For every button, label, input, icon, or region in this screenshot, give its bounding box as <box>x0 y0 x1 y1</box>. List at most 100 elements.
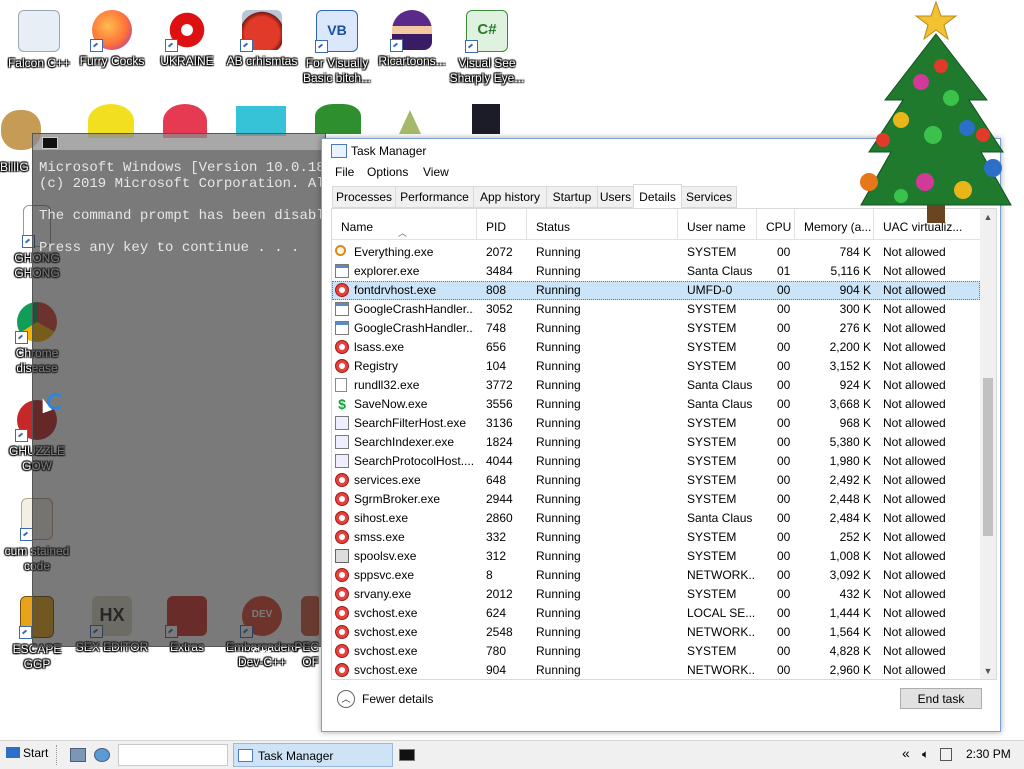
tab-users[interactable]: Users <box>597 186 634 208</box>
vertical-scrollbar[interactable]: ▲ ▼ <box>980 209 996 679</box>
menu-file[interactable]: File <box>335 165 354 179</box>
tree-trunk <box>927 205 945 223</box>
cell-mem: 1,564 K <box>829 625 871 639</box>
taskbar-address-box[interactable] <box>118 744 228 766</box>
table-row[interactable]: spoolsv.exe 312 Running SYSTEM 00 1,008 K Not … <box>332 547 980 566</box>
taskbar-button-task-manager[interactable]: Task Manager <box>233 743 393 767</box>
cell-uac: Not allowed <box>883 454 946 468</box>
desktop-icon-csharp[interactable]: C# Visual See Sharply Eye... <box>448 10 526 86</box>
cell-status: Running <box>536 340 581 354</box>
process-icon <box>335 606 349 620</box>
cell-cpu: 00 <box>777 454 791 468</box>
cell-name: smss.exe <box>354 530 405 544</box>
table-row[interactable]: SearchFilterHost.exe 3136 Running SYSTEM 00 9… <box>332 414 980 433</box>
table-row[interactable]: explorer.exe 3484 Running Santa Claus 01 5,11… <box>332 262 980 281</box>
cell-status: Running <box>536 606 581 620</box>
tab-startup[interactable]: Startup <box>546 186 598 208</box>
table-row[interactable]: sihost.exe 2860 Running Santa Claus 00 2,484 … <box>332 509 980 528</box>
cell-pid: 808 <box>486 283 507 297</box>
desktop-icon-label: Ricartoons... <box>378 54 446 68</box>
cell-pid: 3052 <box>486 302 513 316</box>
start-button[interactable]: Start <box>6 746 48 760</box>
table-row[interactable]: fontdrvhost.exe 808 Running UMFD-0 00 904 K No… <box>332 281 980 300</box>
cell-name: svchost.exe <box>354 644 418 658</box>
table-row[interactable]: GoogleCrashHandler... 3052 Running SYSTEM 00… <box>332 300 980 319</box>
scrollbar-thumb[interactable] <box>983 378 993 536</box>
quicklaunch-browser-icon[interactable] <box>94 748 110 762</box>
cell-name: GoogleCrashHandler... <box>354 302 474 316</box>
cell-pid: 2012 <box>486 587 513 601</box>
cell-pid: 104 <box>486 359 507 373</box>
table-row[interactable]: SgrmBroker.exe 2944 Running SYSTEM 00 2,448 K… <box>332 490 980 509</box>
column-header-user-name[interactable]: User name <box>678 209 757 239</box>
menu-view[interactable]: View <box>423 165 449 179</box>
table-row[interactable]: lsass.exe 656 Running SYSTEM 00 2,200 K Not al… <box>332 338 980 357</box>
desktop-icon-ab[interactable]: AB crhismtas <box>223 10 301 69</box>
desktop-icon-partial-5 <box>315 104 361 134</box>
end-task-button[interactable]: End task <box>900 688 982 709</box>
cell-uac: Not allowed <box>883 359 946 373</box>
tab-processes[interactable]: Processes <box>332 186 396 208</box>
desktop-icon-ukraine[interactable]: UKRAINE <box>148 10 226 69</box>
table-row[interactable]: sppsvc.exe 8 Running NETWORK... 00 3,092 K Not… <box>332 566 980 585</box>
table-row[interactable]: svchost.exe 624 Running LOCAL SE... 00 1,444 … <box>332 604 980 623</box>
desktop-icon-label: Visual See Sharply Eye... <box>449 56 525 85</box>
tab-app-history[interactable]: App history <box>473 186 547 208</box>
table-row[interactable]: svchost.exe 780 Running SYSTEM 00 4,828 K Not … <box>332 642 980 661</box>
table-row[interactable]: services.exe 648 Running SYSTEM 00 2,492 K Not… <box>332 471 980 490</box>
cell-status: Running <box>536 625 581 639</box>
cell-name: SgrmBroker.exe <box>354 492 441 506</box>
table-row[interactable]: SearchIndexer.exe 1824 Running SYSTEM 00 5,38… <box>332 433 980 452</box>
volume-icon[interactable]: 🔈︎ <box>922 747 929 762</box>
cell-name: lsass.exe <box>354 340 405 354</box>
tray-expand-icon[interactable]: « <box>902 745 910 761</box>
desktop-icon-falcon[interactable]: Falcon C++ <box>0 10 78 71</box>
chevron-up-icon[interactable]: ︿ <box>337 690 355 708</box>
column-header-name[interactable]: Name ︿ <box>332 209 477 239</box>
table-row[interactable]: srvany.exe 2012 Running SYSTEM 00 432 K Not al… <box>332 585 980 604</box>
column-header-status[interactable]: Status <box>527 209 678 239</box>
desktop-icon-furry[interactable]: Furry Cocks <box>73 10 151 69</box>
process-icon <box>335 359 349 373</box>
show-desktop-icon[interactable] <box>70 748 86 762</box>
cell-status: Running <box>536 587 581 601</box>
sort-arrow-icon: ︿ <box>398 228 408 238</box>
console-icon <box>42 137 58 149</box>
tab-details[interactable]: Details <box>633 184 682 208</box>
clock[interactable]: 2:30 PM <box>966 747 1011 761</box>
process-icon <box>335 340 349 354</box>
taskbar-console-icon[interactable] <box>399 749 415 761</box>
cell-uac: Not allowed <box>883 302 946 316</box>
desktop-icon-ricartoons[interactable]: Ricartoons... <box>373 10 451 69</box>
process-icon <box>335 625 349 639</box>
cell-uac: Not allowed <box>883 644 946 658</box>
table-row[interactable]: rundll32.exe 3772 Running Santa Claus 00 924 … <box>332 376 980 395</box>
table-row[interactable]: Everything.exe 2072 Running SYSTEM 00 784 K No… <box>332 243 980 262</box>
table-row[interactable]: svchost.exe 2548 Running NETWORK... 00 1,564 … <box>332 623 980 642</box>
process-icon <box>335 302 349 316</box>
column-header-pid[interactable]: PID <box>477 209 527 239</box>
cell-user: SYSTEM <box>687 530 737 544</box>
console-titlebar[interactable] <box>33 134 325 150</box>
table-row[interactable]: svchost.exe 904 Running NETWORK... 00 2,960 K… <box>332 661 980 679</box>
window-title: Task Manager <box>351 144 427 158</box>
tab-performance[interactable]: Performance <box>395 186 474 208</box>
menu-options[interactable]: Options <box>367 165 408 179</box>
table-row[interactable]: Registry 104 Running SYSTEM 00 3,152 K Not all… <box>332 357 980 376</box>
tab-services[interactable]: Services <box>681 186 737 208</box>
fewer-details-link[interactable]: Fewer details <box>362 692 433 706</box>
network-icon[interactable] <box>940 748 952 761</box>
scroll-down-icon[interactable]: ▼ <box>980 663 996 679</box>
column-header-cpu[interactable]: CPU <box>757 209 795 239</box>
table-row[interactable]: smss.exe 332 Running SYSTEM 00 252 K Not allow… <box>332 528 980 547</box>
desktop-icon-vb[interactable]: VB For Visually Basic bitch... <box>298 10 376 86</box>
cell-status: Running <box>536 568 581 582</box>
cell-mem: 3,092 K <box>829 568 871 582</box>
table-row[interactable]: SearchProtocolHost.... 4044 Running SYSTEM 0… <box>332 452 980 471</box>
table-row[interactable]: $ SaveNow.exe 3556 Running Santa Claus 00 3,66… <box>332 395 980 414</box>
table-row[interactable]: GoogleCrashHandler... 748 Running SYSTEM 00 2… <box>332 319 980 338</box>
desktop-icon-label: UKRAINE <box>160 54 214 68</box>
cell-cpu: 00 <box>777 625 791 639</box>
console-window[interactable]: Microsoft Windows [Version 10.0.183 (c) … <box>32 133 326 647</box>
cell-pid: 2548 <box>486 625 513 639</box>
